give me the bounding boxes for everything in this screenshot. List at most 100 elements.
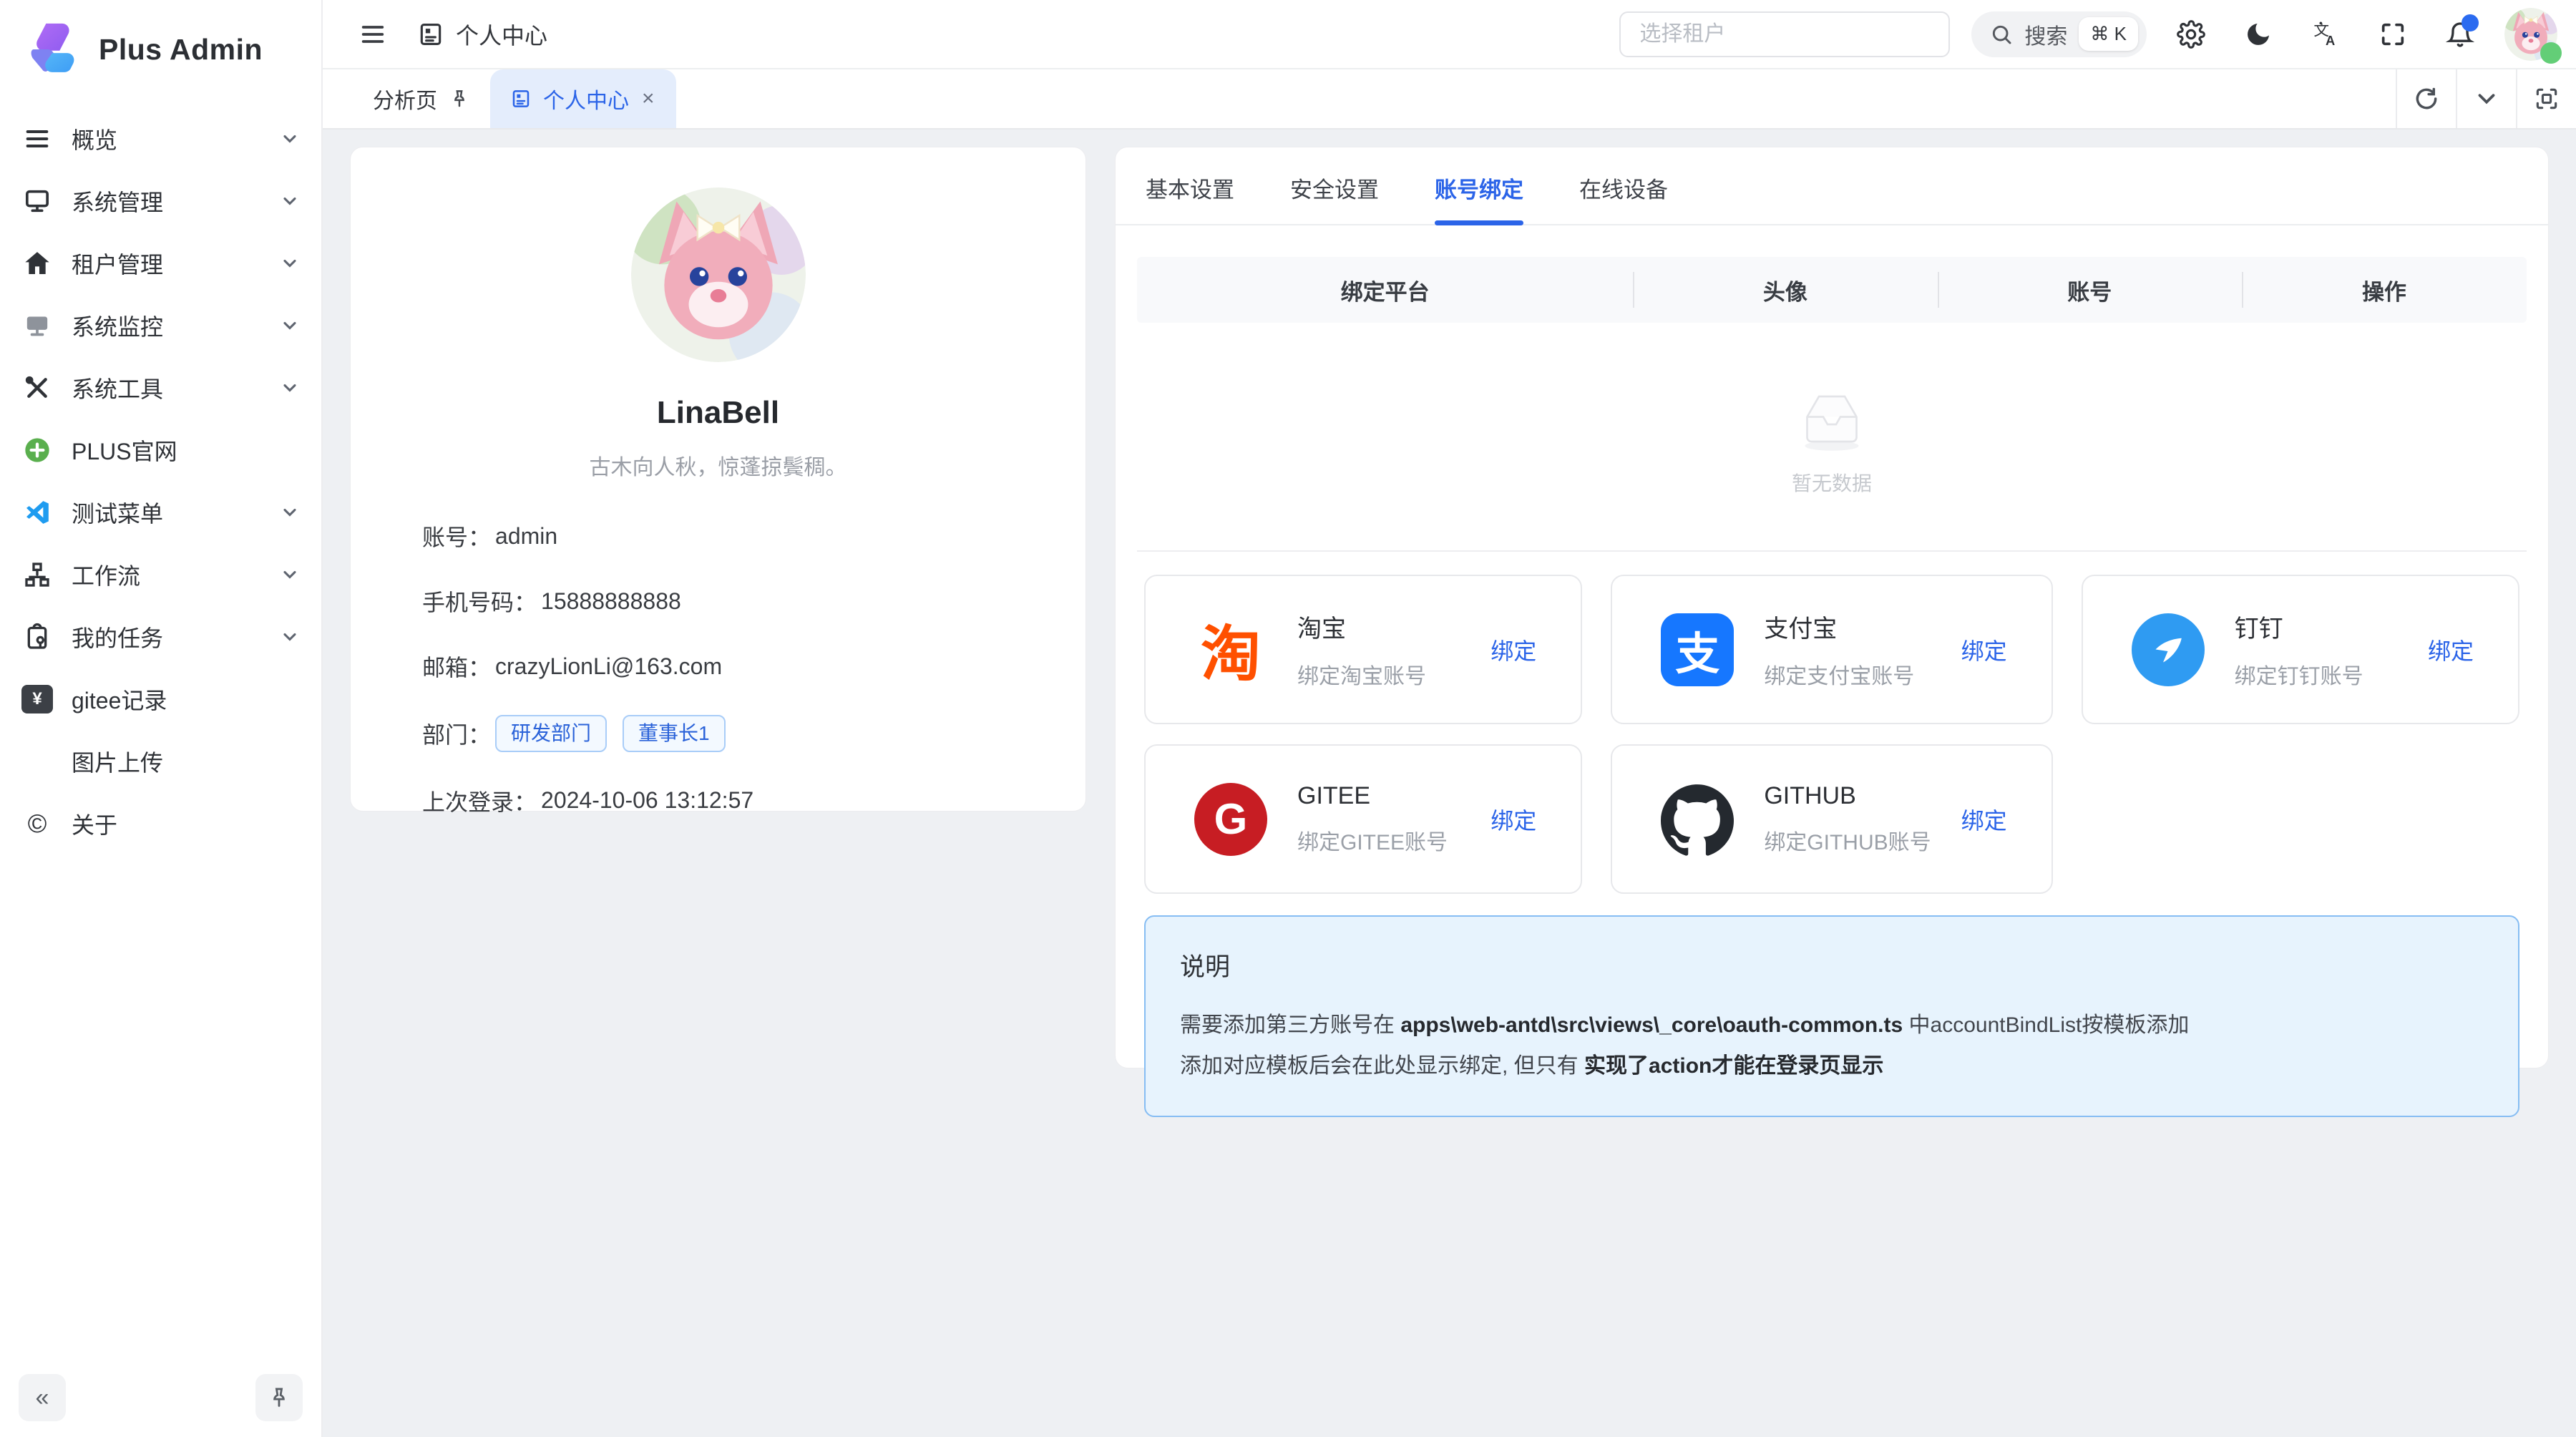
- sidebar-item-label: 系统工具: [72, 371, 261, 404]
- sidebar-item-workflow[interactable]: 工作流: [0, 543, 321, 605]
- sidebar-item-about[interactable]: © 关于: [0, 792, 321, 854]
- note-line-2: 添加对应模板后会在此处显示绑定, 但只有 实现了action才能在登录页显示: [1180, 1050, 2484, 1083]
- field-account: 账号： admin: [422, 520, 1014, 552]
- note-emphasis: 实现了action才能在登录页显示: [1584, 1054, 1883, 1078]
- chevron-down-icon: [280, 378, 300, 398]
- settings-button[interactable]: [2168, 11, 2214, 57]
- sidebar-item-system-management[interactable]: 系统管理: [0, 170, 321, 232]
- sidebar-pin-button[interactable]: [255, 1374, 303, 1421]
- tab-basic-settings[interactable]: 基本设置: [1146, 172, 1234, 224]
- refresh-button[interactable]: [2396, 69, 2456, 128]
- sidebar-item-label: 我的任务: [72, 620, 261, 653]
- gitee-icon: G: [1194, 783, 1267, 856]
- plus-circle-icon: [21, 434, 53, 466]
- chevron-down-icon: [280, 316, 300, 336]
- sidebar-item-plus-website[interactable]: PLUS官网: [0, 419, 321, 481]
- binding-table-header: 绑定平台 头像 账号 操作: [1137, 257, 2527, 323]
- profile-name: LinaBell: [351, 395, 1085, 431]
- bind-alipay-link[interactable]: 绑定: [1961, 633, 2007, 666]
- field-value: 2024-10-06 13:12:57: [541, 787, 753, 814]
- notifications-button[interactable]: [2437, 11, 2483, 57]
- logo[interactable]: Plus Admin: [0, 0, 321, 97]
- sidebar-collapse-button[interactable]: «: [19, 1374, 66, 1421]
- translate-icon: 文 A: [2311, 20, 2340, 49]
- tab-account-binding[interactable]: 账号绑定: [1435, 172, 1523, 224]
- bind-gitee-link[interactable]: 绑定: [1491, 803, 1536, 836]
- global-search-button[interactable]: 搜索 ⌘ K: [1971, 11, 2147, 57]
- tab-online-devices[interactable]: 在线设备: [1579, 172, 1668, 224]
- sidebar-item-my-tasks[interactable]: 我的任务: [0, 605, 321, 668]
- user-avatar[interactable]: [2504, 8, 2557, 61]
- sidebar-item-label: 图片上传: [72, 745, 300, 778]
- field-department: 部门： 研发部门 董事长1: [422, 715, 1014, 752]
- bind-taobao-link[interactable]: 绑定: [1491, 633, 1536, 666]
- platform-name: GITHUB: [1764, 782, 1931, 810]
- tab-menu-button[interactable]: [2456, 69, 2516, 128]
- fullscreen-button[interactable]: [2370, 11, 2416, 57]
- platform-name: GITEE: [1297, 782, 1460, 810]
- bind-dingtalk-link[interactable]: 绑定: [2428, 633, 2474, 666]
- content-maximize-button[interactable]: [2516, 69, 2576, 128]
- department-badges: 研发部门 董事长1: [495, 715, 726, 752]
- field-label: 部门：: [422, 717, 491, 750]
- platform-name: 支付宝: [1764, 609, 1931, 644]
- platform-card-dingtalk: 钉钉 绑定钉钉账号 绑定: [2082, 575, 2519, 724]
- sidebar-item-label: 租户管理: [72, 247, 261, 280]
- note-line-1: 需要添加第三方账号在 apps\web-antd\src\views\_core…: [1180, 1009, 2484, 1043]
- github-icon: [1661, 783, 1734, 856]
- field-value: admin: [495, 523, 557, 550]
- language-button[interactable]: 文 A: [2303, 11, 2348, 57]
- breadcrumb: 个人中心: [417, 18, 547, 51]
- platform-card-alipay: 支 支付宝 绑定支付宝账号 绑定: [1611, 575, 2052, 724]
- search-label: 搜索: [2024, 19, 2067, 50]
- sidebar-item-gitee-records[interactable]: ¥ gitee记录: [0, 668, 321, 730]
- sidebar-item-image-upload[interactable]: 图片上传: [0, 730, 321, 792]
- platform-desc: 绑定GITHUB账号: [1764, 824, 1931, 856]
- sidebar: Plus Admin 概览 系统管理 租户管理: [0, 0, 323, 1437]
- note-text: 需要添加第三方账号在: [1180, 1013, 1400, 1037]
- chevron-down-icon: [280, 627, 300, 647]
- field-label: 邮箱：: [422, 650, 491, 683]
- bind-github-link[interactable]: 绑定: [1961, 803, 2007, 836]
- sidebar-toggle-button[interactable]: [350, 11, 396, 57]
- field-value: crazyLionLi@163.com: [495, 653, 722, 680]
- sidebar-item-test-menu[interactable]: 测试菜单: [0, 481, 321, 543]
- column-avatar: 头像: [1633, 274, 1937, 306]
- profile-avatar: [631, 187, 806, 362]
- field-label: 手机号码：: [422, 585, 537, 618]
- empty-text: 暂无数据: [1792, 468, 1872, 497]
- taobao-icon: 淘: [1194, 613, 1267, 686]
- platform-card-gitee: G GITEE 绑定GITEE账号 绑定: [1144, 744, 1582, 894]
- platform-desc: 绑定支付宝账号: [1764, 658, 1931, 690]
- empty-box-icon: [1778, 376, 1885, 455]
- tab-close-icon[interactable]: ×: [640, 88, 656, 109]
- menu-lines-icon: [21, 123, 53, 155]
- moon-icon: [2244, 20, 2273, 49]
- hamburger-icon: [358, 20, 387, 49]
- sidebar-item-overview[interactable]: 概览: [0, 107, 321, 170]
- field-last-login: 上次登录： 2024-10-06 13:12:57: [422, 784, 1014, 817]
- theme-toggle-button[interactable]: [2235, 11, 2281, 57]
- top-header: 个人中心 搜索 ⌘ K 文 A: [323, 0, 2576, 69]
- tenant-select-input[interactable]: [1619, 11, 1950, 57]
- profile-fields: 账号： admin 手机号码： 15888888888 邮箱： crazyLio…: [351, 520, 1085, 817]
- copyright-icon: ©: [21, 808, 53, 839]
- svg-text:A: A: [2326, 33, 2335, 48]
- pin-icon: [449, 88, 470, 109]
- field-phone: 手机号码： 15888888888: [422, 585, 1014, 618]
- tab-analysis[interactable]: 分析页: [353, 69, 490, 128]
- tab-security-settings[interactable]: 安全设置: [1290, 172, 1379, 224]
- tab-profile-center[interactable]: 个人中心 ×: [490, 69, 676, 128]
- tab-label: 个人中心: [543, 83, 629, 115]
- app-root: Plus Admin 概览 系统管理 租户管理: [0, 0, 2576, 1437]
- sidebar-item-tenant-management[interactable]: 租户管理: [0, 232, 321, 294]
- sidebar-item-label: 概览: [72, 122, 261, 155]
- sidebar-item-system-tools[interactable]: 系统工具: [0, 356, 321, 419]
- sidebar-item-label: 测试菜单: [72, 496, 261, 529]
- sidebar-item-system-monitor[interactable]: 系统监控: [0, 294, 321, 356]
- chevron-down-icon: [280, 191, 300, 211]
- sidebar-menu: 概览 系统管理 租户管理 系统监控: [0, 97, 321, 1368]
- breadcrumb-label: 个人中心: [456, 18, 547, 51]
- field-label: 账号：: [422, 520, 491, 552]
- note-text: 中accountBindList按模板添加: [1903, 1013, 2189, 1037]
